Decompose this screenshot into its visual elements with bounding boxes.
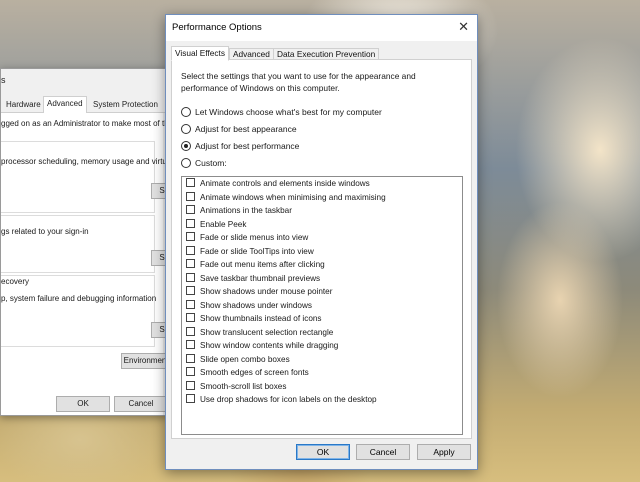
checkbox-icon [186,232,195,241]
checkbox-label: Animations in the taskbar [200,206,292,215]
checkbox-label: Animate windows when minimising and maxi… [200,192,386,202]
dialog-title: Performance Options [172,22,262,33]
checkbox-label: Enable Peek [200,219,247,229]
checkbox-label: Show thumbnails instead of icons [200,314,322,323]
dialog-tab-strip: Visual Effects Advanced Data Execution P… [171,46,472,61]
bg-tab-hardware[interactable]: Hardware [3,98,44,111]
checkbox-label: Show translucent selection rectangle [200,327,334,337]
dialog-titlebar[interactable]: Performance Options ✕ [166,15,477,41]
checkbox-animate-windows[interactable]: Animate windows when minimising and maxi… [186,191,386,204]
checkbox-window-contents-dragging[interactable]: Show window contents while dragging [186,340,338,352]
checkbox-icon [186,313,195,322]
checkbox-icon [186,191,195,201]
radio-custom[interactable]: Custom: [181,157,227,169]
performance-options-dialog: Performance Options ✕ Visual Effects Adv… [165,14,478,470]
checkbox-fade-tooltips[interactable]: Fade or slide ToolTips into view [186,245,314,258]
bg-advanced-panel: gged on as an Administrator to make most… [1,113,173,415]
checkbox-smooth-fonts[interactable]: Smooth edges of screen fonts [186,367,309,379]
checkbox-icon [186,259,195,268]
bg-ok-button[interactable]: OK [56,396,110,412]
bg-cancel-button[interactable]: Cancel [114,396,168,412]
close-icon[interactable]: ✕ [458,19,469,35]
bg-user-profiles-text: gs related to your sign-in [1,227,89,236]
checkbox-fade-menus[interactable]: Fade or slide menus into view [186,232,308,244]
checkbox-label: Slide open combo boxes [200,354,290,364]
bg-startup-recovery-heading: ecovery [1,277,30,286]
radio-label: Adjust for best performance [195,141,300,151]
radio-best-performance[interactable]: Adjust for best performance [181,140,299,152]
bg-tab-advanced[interactable]: Advanced [43,96,87,113]
bg-tab-strip: Hardware Advanced System Protection [1,96,167,113]
checkbox-icon [186,299,195,309]
ok-button[interactable]: OK [296,444,350,460]
bg-window-title: s [1,75,6,85]
checkbox-taskbar-thumbnails[interactable]: Save taskbar thumbnail previews [186,272,321,285]
bg-startup-recovery-text: p, system failure and debugging informat… [1,294,157,303]
bg-admin-note: gged on as an Administrator to make most… [1,119,174,128]
radio-label: Adjust for best appearance [195,124,297,134]
checkbox-animate-controls[interactable]: Animate controls and elements inside win… [186,178,370,190]
visual-effects-panel: Select the settings that you want to use… [171,59,472,439]
checkbox-icon [186,367,195,376]
checkbox-translucent-selection[interactable]: Show translucent selection rectangle [186,326,334,339]
radio-button-icon [181,107,191,117]
checkbox-icon [186,326,195,336]
checkbox-enable-peek[interactable]: Enable Peek [186,218,247,231]
checkbox-label: Fade or slide menus into view [200,233,309,242]
bg-startup-recovery-group: ecovery p, system failure and debugging … [1,275,173,347]
visual-effects-checkbox-list[interactable]: Animate controls and elements inside win… [181,176,463,435]
checkbox-label: Show shadows under windows [200,300,312,310]
checkbox-label: Show window contents while dragging [200,341,339,350]
tab-visual-effects[interactable]: Visual Effects [171,46,229,61]
checkbox-icon [186,394,195,403]
checkbox-icon [186,218,195,228]
radio-label: Custom: [195,158,227,168]
system-properties-window: s Hardware Advanced System Protection gg… [0,68,173,416]
radio-let-windows-choose[interactable]: Let Windows choose what's best for my co… [181,106,382,118]
bg-performance-group: processor scheduling, memory usage and v… [1,141,173,213]
radio-button-icon [181,124,191,134]
checkbox-label: Smooth-scroll list boxes [200,381,287,391]
radio-best-appearance[interactable]: Adjust for best appearance [181,123,297,135]
checkbox-label: Animate controls and elements inside win… [200,179,370,188]
checkbox-label: Smooth edges of screen fonts [200,368,309,377]
checkbox-label: Fade out menu items after clicking [200,260,325,269]
radio-button-selected-icon [181,141,191,151]
checkbox-taskbar-animations[interactable]: Animations in the taskbar [186,205,292,217]
checkbox-icon [186,272,195,282]
checkbox-icon [186,340,195,349]
checkbox-smooth-scroll[interactable]: Smooth-scroll list boxes [186,380,287,393]
checkbox-show-thumbnails[interactable]: Show thumbnails instead of icons [186,313,322,325]
checkbox-label: Save taskbar thumbnail previews [200,273,321,283]
checkbox-icon [186,178,195,187]
checkbox-window-shadows[interactable]: Show shadows under windows [186,299,312,312]
radio-label: Let Windows choose what's best for my co… [195,107,382,117]
apply-button[interactable]: Apply [417,444,471,460]
checkbox-pointer-shadows[interactable]: Show shadows under mouse pointer [186,286,332,298]
checkbox-icon [186,245,195,255]
checkbox-label: Show shadows under mouse pointer [200,287,333,296]
bg-user-profiles-group: gs related to your sign-in S [1,215,173,273]
bg-performance-text: processor scheduling, memory usage and v… [1,157,167,166]
bg-tab-system-protection[interactable]: System Protection [90,98,161,111]
radio-button-icon [181,158,191,168]
checkbox-slide-combo-boxes[interactable]: Slide open combo boxes [186,353,290,366]
checkbox-icon [186,380,195,390]
checkbox-icon [186,205,195,214]
checkbox-fade-menu-items[interactable]: Fade out menu items after clicking [186,259,325,271]
checkbox-icon-label-shadows[interactable]: Use drop shadows for icon labels on the … [186,394,377,406]
visual-effects-description: Select the settings that you want to use… [181,71,416,93]
checkbox-icon [186,353,195,363]
checkbox-icon [186,286,195,295]
cancel-button[interactable]: Cancel [356,444,410,460]
checkbox-label: Use drop shadows for icon labels on the … [200,395,377,404]
checkbox-label: Fade or slide ToolTips into view [200,246,314,256]
bg-environment-variables-button[interactable]: Environmen [121,353,169,369]
